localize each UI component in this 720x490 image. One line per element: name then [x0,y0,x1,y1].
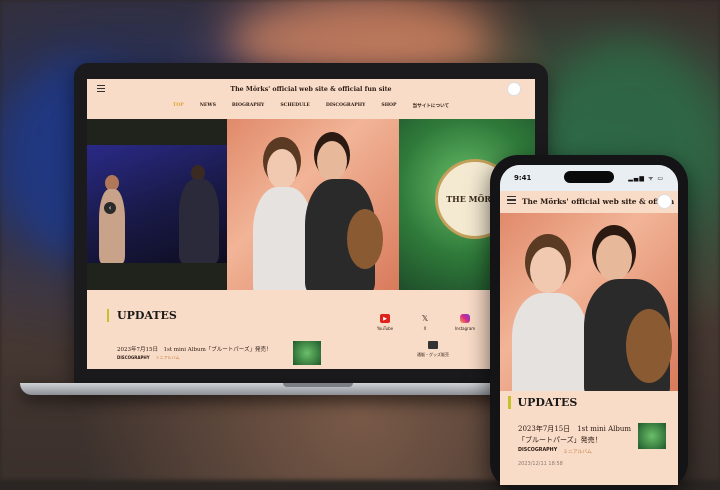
mobile-news-date: 2023/12/11 18:58 [518,461,563,467]
nav-item-biography[interactable]: BIOGRAPHY [232,103,264,113]
store-icon [428,341,438,349]
laptop-notch [283,383,353,387]
laptop-frame: The Mörks' official web site & official … [74,63,548,385]
site-header: The Mörks' official web site & official … [87,79,535,99]
category-tag[interactable]: DISCOGRAPHY [117,355,150,361]
mobile-hero-photo [500,213,678,391]
menu-icon[interactable] [97,85,105,92]
phone-screen: 9:41 ▂▄▆ ᯤ ▭ The Mörks' official web sit… [500,165,678,485]
status-time: 9:41 [514,174,532,182]
nav-item-schedule[interactable]: SCHEDULE [280,103,310,113]
hero-slider: ‹ THE MÖRKS [87,119,535,290]
social-x[interactable]: 𝕏 X [405,314,445,331]
news-item-text[interactable]: 2023年7月15日 1st mini Album「ブルートパーズ」発売！ [117,345,272,353]
mobile-menu-icon[interactable] [507,196,516,206]
social-youtube[interactable]: ▶ YouTube [365,314,405,331]
nav-item-shop[interactable]: SHOP [381,103,396,113]
news-item-tags: DISCOGRAPHY ミニアルバム [117,355,180,361]
site-title[interactable]: The Mörks' official web site & official … [230,86,391,93]
profile-circle-icon[interactable] [507,82,521,96]
instagram-icon [460,314,470,323]
phone-frame: 9:41 ▂▄▆ ᯤ ▭ The Mörks' official web sit… [490,155,688,490]
laptop-screen: The Mörks' official web site & official … [87,79,535,369]
hero-photo-duo [227,119,399,290]
news-thumbnail[interactable] [293,341,321,365]
nav-item-top[interactable]: TOP [173,103,184,113]
slider-prev-button[interactable]: ‹ [104,202,116,214]
nav-item-about[interactable]: 当サイトについて [413,103,450,113]
x-icon: 𝕏 [421,314,429,323]
social-links: ▶ YouTube 𝕏 X Instagram [365,314,485,331]
status-icons: ▂▄▆ ᯤ ▭ [628,175,664,182]
updates-heading: UPDATES [107,309,177,322]
mobile-news-tags: DISCOGRAPHY ミニアルバム [518,448,592,455]
youtube-icon: ▶ [380,314,390,323]
dynamic-island [564,171,614,183]
mobile-news-thumbnail[interactable] [638,423,666,449]
nav-item-news[interactable]: NEWS [200,103,216,113]
mobile-category-tag[interactable]: DISCOGRAPHY [518,448,557,455]
social-instagram[interactable]: Instagram [445,314,485,331]
subcategory-tag[interactable]: ミニアルバム [156,355,180,361]
mobile-profile-circle-icon[interactable] [657,194,672,209]
shop-link[interactable]: 通販・グッズ販売 [417,341,449,358]
mobile-site-title[interactable]: The Mörks' official web site & officia [522,197,674,206]
mobile-updates-heading: UPDATES [508,396,577,409]
nav-item-discography[interactable]: DISCOGRAPHY [326,103,366,113]
main-nav: TOP NEWS BIOGRAPHY SCHEDULE DISCOGRAPHY … [87,103,535,113]
mobile-header: The Mörks' official web site & officia [500,191,678,211]
mobile-news-item-text[interactable]: 2023年7月15日 1st mini Album「ブルートパーズ」発売！ [518,424,638,446]
hero-photo-live: ‹ [87,119,227,290]
mobile-subcategory-tag[interactable]: ミニアルバム [563,448,592,455]
